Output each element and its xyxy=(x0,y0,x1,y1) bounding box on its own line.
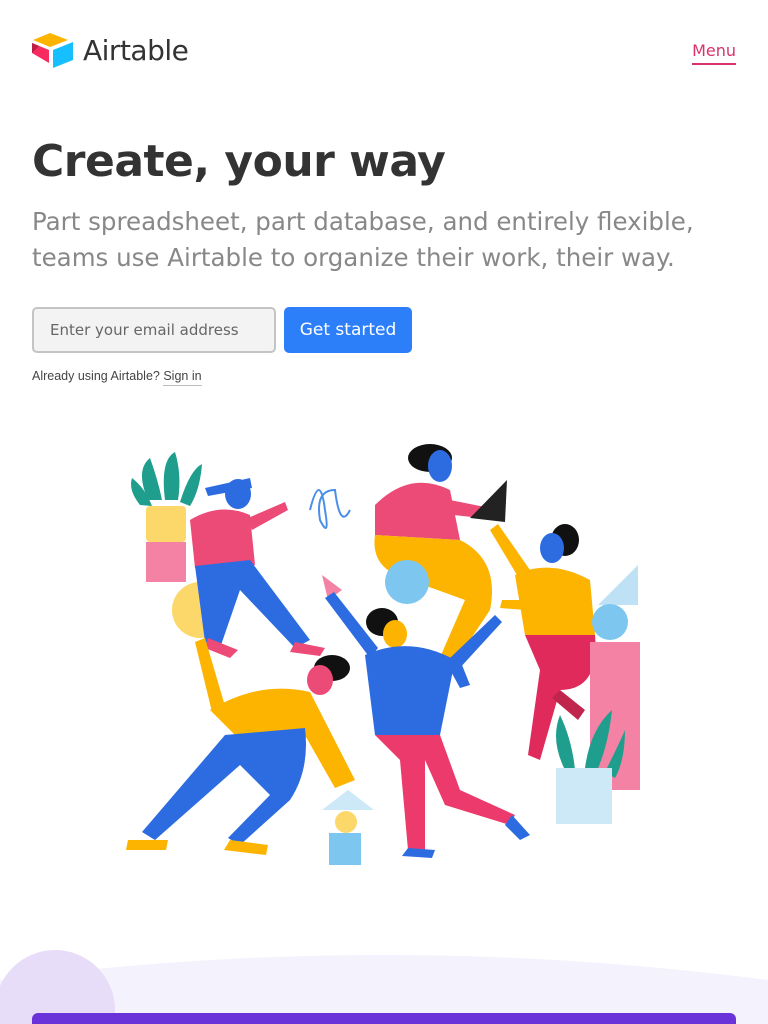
signin-prompt: Already using Airtable? Sign in xyxy=(32,369,202,386)
left-plant-icon xyxy=(131,452,202,582)
blue-ball-shape xyxy=(385,560,429,604)
squiggle-decoration xyxy=(309,488,351,529)
person-right-icon xyxy=(490,524,596,760)
small-triangle-shape xyxy=(322,790,374,810)
get-started-button[interactable]: Get started xyxy=(284,307,412,353)
bottom-wave-decoration xyxy=(0,950,768,1024)
brand-name: Airtable xyxy=(83,33,189,67)
airtable-logo-icon xyxy=(32,33,73,68)
small-blue-block-shape xyxy=(329,833,361,865)
email-input[interactable] xyxy=(32,307,276,353)
person-drawing-icon xyxy=(190,478,325,658)
site-header: Airtable Menu xyxy=(0,0,768,100)
small-blue-ball-shape xyxy=(592,604,628,640)
brand-logo-link[interactable]: Airtable xyxy=(31,31,189,69)
menu-link[interactable]: Menu xyxy=(692,41,736,65)
signin-link[interactable]: Sign in xyxy=(163,369,202,386)
person-lifting-icon xyxy=(126,638,355,855)
hero-subtitle: Part spreadsheet, part database, and ent… xyxy=(32,207,694,272)
signin-prefix-text: Already using Airtable? xyxy=(32,369,160,383)
team-collaboration-illustration xyxy=(126,444,640,865)
bottom-purple-bar xyxy=(32,1013,736,1024)
hero-title: Create, your way xyxy=(32,136,446,187)
small-yellow-ball-shape xyxy=(335,811,357,833)
light-blue-triangle-shape xyxy=(598,565,638,605)
